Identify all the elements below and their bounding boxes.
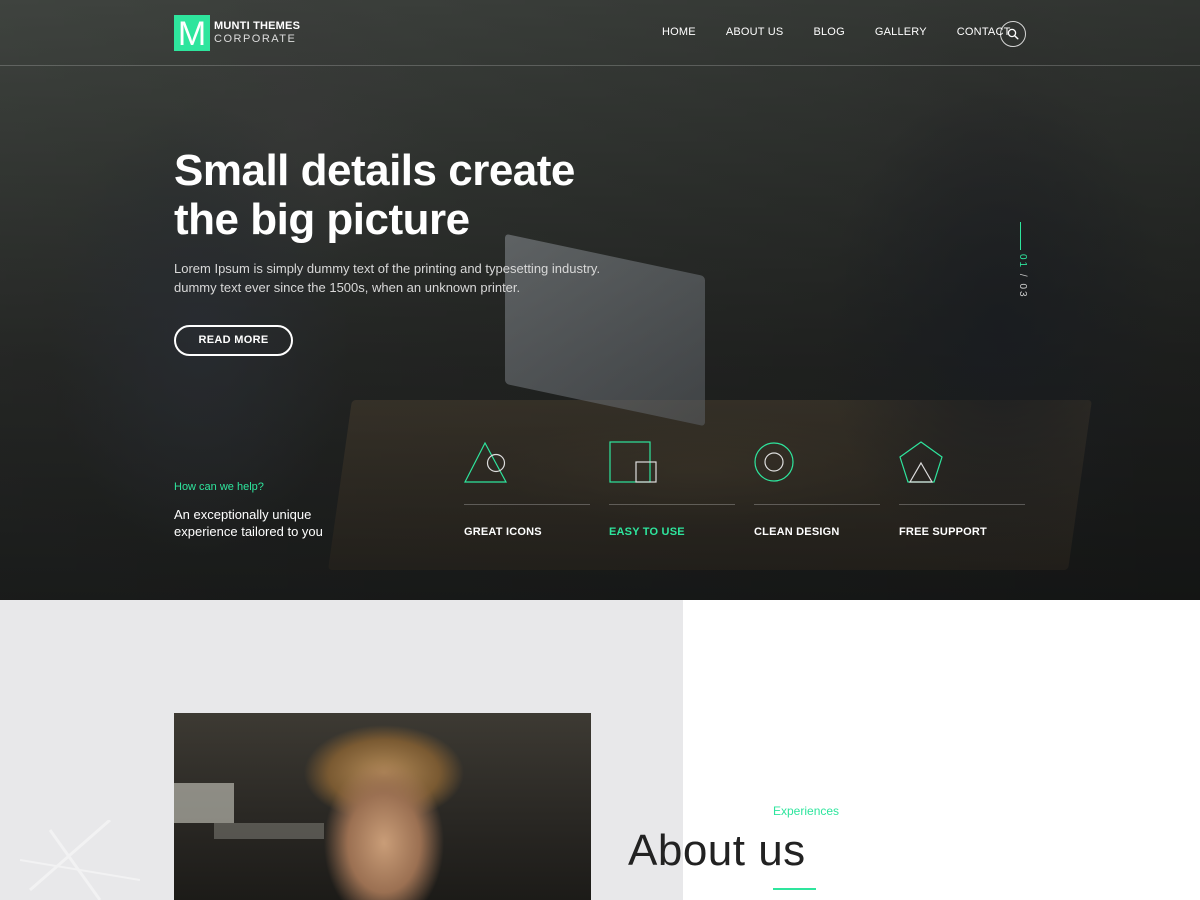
nav-item-blog[interactable]: BLOG bbox=[813, 26, 844, 38]
help-label: How can we help? bbox=[174, 481, 264, 493]
nav-item-gallery[interactable]: GALLERY bbox=[875, 26, 927, 38]
decorative-lines bbox=[20, 820, 140, 900]
slide-indicator-line bbox=[1020, 222, 1021, 250]
slide-separator: / bbox=[1017, 273, 1028, 279]
slide-indicator: 01 / 03 bbox=[1014, 222, 1028, 322]
squares-icon bbox=[609, 441, 657, 483]
main-nav: HOME ABOUT US BLOG GALLERY CONTACT bbox=[662, 26, 1041, 38]
about-photo-highlight bbox=[214, 823, 324, 839]
logo-subtitle: CORPORATE bbox=[214, 33, 297, 45]
logo-title: MUNTI THEMES bbox=[214, 20, 301, 32]
circle-icon bbox=[754, 442, 794, 482]
feature-clean-design[interactable]: CLEAN DESIGN bbox=[754, 440, 880, 538]
search-icon bbox=[1007, 28, 1019, 40]
feature-great-icons[interactable]: GREAT ICONS bbox=[464, 440, 590, 538]
about-kicker: Experiences bbox=[773, 804, 840, 818]
top-navigation-bar: M MUNTI THEMES CORPORATE HOME ABOUT US B… bbox=[0, 0, 1200, 66]
feature-divider bbox=[464, 504, 590, 505]
hero-photo-man bbox=[760, 0, 1200, 600]
help-block: How can we help? An exceptionally unique… bbox=[174, 481, 344, 540]
feature-free-support[interactable]: FREE SUPPORT bbox=[899, 440, 1025, 538]
about-photo-highlight bbox=[174, 783, 234, 823]
slide-total: 03 bbox=[1017, 283, 1028, 299]
nav-item-home[interactable]: HOME bbox=[662, 26, 696, 38]
logo-text: MUNTI THEMES CORPORATE bbox=[214, 20, 300, 46]
hero-description: Lorem Ipsum is simply dummy text of the … bbox=[174, 261, 601, 295]
feature-divider bbox=[609, 504, 735, 505]
slide-counter: 01 / 03 bbox=[1014, 254, 1028, 299]
pentagon-icon bbox=[899, 441, 943, 483]
hero-title-line-1: Small details create bbox=[174, 146, 575, 195]
feature-divider bbox=[899, 504, 1025, 505]
hero-title: Small details create the big picture bbox=[174, 146, 634, 244]
feature-label: GREAT ICONS bbox=[464, 526, 542, 538]
hero-content: Small details create the big picture Lor… bbox=[174, 146, 634, 297]
feature-label: FREE SUPPORT bbox=[899, 526, 987, 538]
about-photo bbox=[174, 713, 591, 900]
about-title: About us bbox=[628, 826, 806, 875]
hero-title-line-2: the big picture bbox=[174, 195, 470, 244]
logo-mark-letter: M bbox=[177, 15, 207, 53]
hero-section: M MUNTI THEMES CORPORATE HOME ABOUT US B… bbox=[0, 0, 1200, 600]
slide-current: 01 bbox=[1017, 254, 1028, 270]
triangle-circle-icon bbox=[464, 441, 508, 483]
nav-item-about-us[interactable]: ABOUT US bbox=[726, 26, 784, 38]
brand-logo[interactable]: M MUNTI THEMES CORPORATE bbox=[174, 15, 300, 53]
search-button[interactable] bbox=[1000, 21, 1026, 47]
read-more-button[interactable]: READ MORE bbox=[174, 325, 293, 356]
logo-mark-icon: M bbox=[174, 15, 210, 53]
about-title-underline bbox=[773, 888, 816, 890]
feature-label: CLEAN DESIGN bbox=[754, 526, 840, 538]
feature-label: EASY TO USE bbox=[609, 526, 685, 538]
help-text: An exceptionally unique experience tailo… bbox=[174, 507, 323, 539]
feature-easy-to-use[interactable]: EASY TO USE bbox=[609, 440, 735, 538]
feature-divider bbox=[754, 504, 880, 505]
